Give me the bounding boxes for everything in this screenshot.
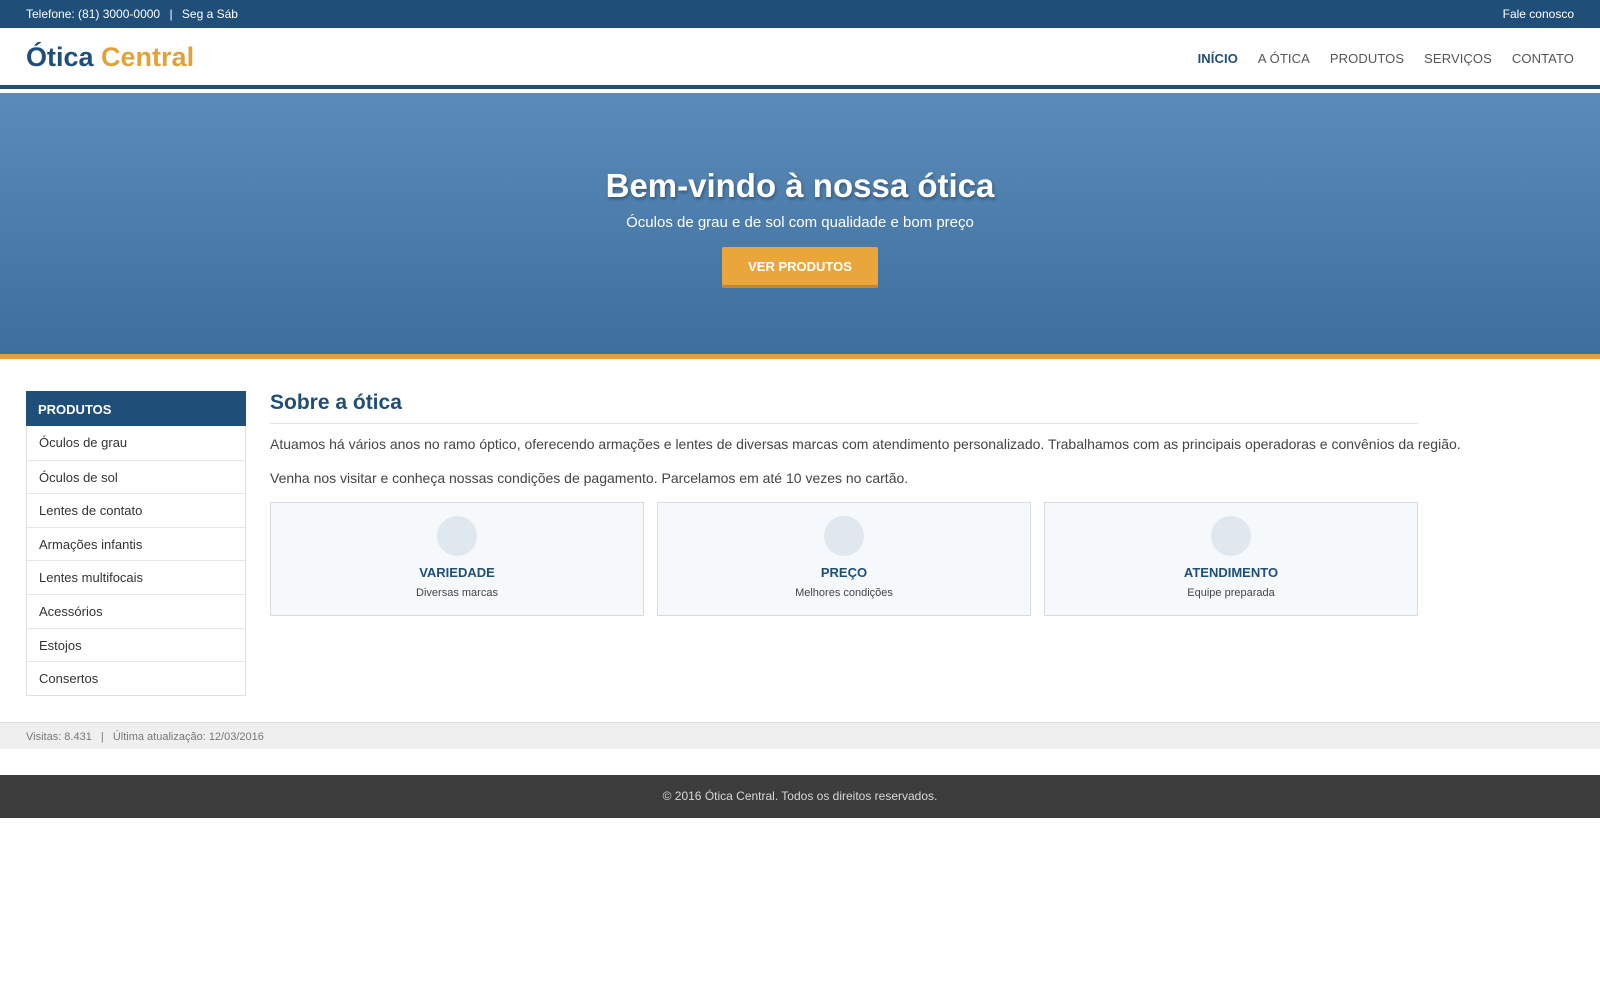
sidebar-item-acessorios[interactable]: Acessórios bbox=[27, 593, 245, 628]
logo-accent-text: Central bbox=[101, 42, 195, 72]
status-separator: | bbox=[100, 731, 104, 743]
site-header: Ótica Central INÍCIO A ÓTICA PRODUTOS SE… bbox=[0, 28, 1600, 89]
section-title: Sobre a ótica bbox=[270, 391, 1418, 424]
circle-icon bbox=[437, 516, 477, 556]
hero-title: Bem-vindo à nossa ótica bbox=[605, 167, 995, 204]
feature-card-title: PREÇO bbox=[820, 565, 868, 580]
topbar-separator: | bbox=[169, 7, 173, 21]
contact-us-link[interactable]: Fale conosco bbox=[1503, 7, 1574, 21]
about-paragraph-1: Atuamos há vários anos no ramo óptico, o… bbox=[270, 436, 1461, 452]
sidebar-item-lentes-de-contato[interactable]: Lentes de contato bbox=[27, 493, 245, 527]
sidebar-item-consertos[interactable]: Consertos bbox=[27, 661, 245, 695]
last-updated: Última atualização: 12/03/2016 bbox=[112, 731, 264, 743]
hero-banner: Bem-vindo à nossa ótica Óculos de grau e… bbox=[0, 93, 1600, 359]
feature-card-variedade: VARIEDADE Diversas marcas bbox=[270, 502, 644, 616]
about-paragraph-2: Venha nos visitar e conheça nossas condi… bbox=[270, 470, 909, 486]
sidebar-title: PRODUTOS bbox=[26, 391, 246, 426]
nav-item-contato[interactable]: CONTATO bbox=[1512, 51, 1574, 66]
feature-card-subtitle: Melhores condições bbox=[795, 587, 893, 599]
main-nav: INÍCIO A ÓTICA PRODUTOS SERVIÇOS CONTATO bbox=[1198, 51, 1574, 66]
circle-icon bbox=[1211, 516, 1251, 556]
view-products-button[interactable]: VER PRODUTOS bbox=[722, 247, 878, 285]
sidebar-list: Óculos de grau Óculos de sol Lentes de c… bbox=[26, 426, 246, 696]
phone-text: Telefone: (81) 3000-0000 bbox=[26, 7, 161, 21]
status-text: Visitas: 8.431 | Última atualização: 12/… bbox=[26, 731, 264, 743]
feature-card-title: ATENDIMENTO bbox=[1183, 565, 1279, 580]
site-status-bar: Visitas: 8.431 | Última atualização: 12/… bbox=[0, 722, 1600, 749]
contact-info: Telefone: (81) 3000-0000 | Seg a Sáb bbox=[26, 7, 238, 21]
feature-card-atendimento: ATENDIMENTO Equipe preparada bbox=[1044, 502, 1418, 616]
nav-item-servicos[interactable]: SERVIÇOS bbox=[1424, 51, 1492, 66]
nav-item-inicio[interactable]: INÍCIO bbox=[1198, 51, 1238, 66]
feature-card-subtitle: Diversas marcas bbox=[416, 587, 498, 599]
copyright-text: © 2016 Ótica Central. Todos os direitos … bbox=[662, 789, 938, 803]
sidebar-item-oculos-de-sol[interactable]: Óculos de sol bbox=[27, 459, 245, 494]
nav-item-produtos[interactable]: PRODUTOS bbox=[1330, 51, 1404, 66]
site-footer: © 2016 Ótica Central. Todos os direitos … bbox=[0, 775, 1600, 818]
nav-item-a-otica[interactable]: A ÓTICA bbox=[1258, 51, 1310, 66]
sidebar-item-oculos-de-grau[interactable]: Óculos de grau bbox=[27, 426, 245, 460]
sidebar-item-estojos[interactable]: Estojos bbox=[27, 627, 245, 662]
sidebar-item-lentes-multifocais[interactable]: Lentes multifocais bbox=[27, 560, 245, 594]
site-logo[interactable]: Ótica Central bbox=[26, 42, 194, 73]
sidebar-item-armacoes-infantis[interactable]: Armações infantis bbox=[27, 526, 245, 561]
feature-cards: VARIEDADE Diversas marcas PREÇO Melhores… bbox=[270, 502, 1418, 616]
hero-subtitle: Óculos de grau e de sol com qualidade e … bbox=[626, 214, 974, 231]
visit-counter: Visitas: 8.431 bbox=[26, 731, 92, 743]
logo-main-text: Ótica bbox=[26, 42, 94, 72]
feature-card-title: VARIEDADE bbox=[419, 565, 495, 580]
feature-card-subtitle: Equipe preparada bbox=[1187, 587, 1275, 599]
feature-card-preco: PREÇO Melhores condições bbox=[657, 502, 1031, 616]
top-info-bar: Telefone: (81) 3000-0000 | Seg a Sáb Fal… bbox=[0, 0, 1600, 28]
main-content: Sobre a ótica Atuamos há vários anos no … bbox=[270, 391, 1461, 616]
products-sidebar: PRODUTOS Óculos de grau Óculos de sol Le… bbox=[26, 391, 246, 696]
hours-text: Seg a Sáb bbox=[181, 7, 238, 21]
circle-icon bbox=[824, 516, 864, 556]
